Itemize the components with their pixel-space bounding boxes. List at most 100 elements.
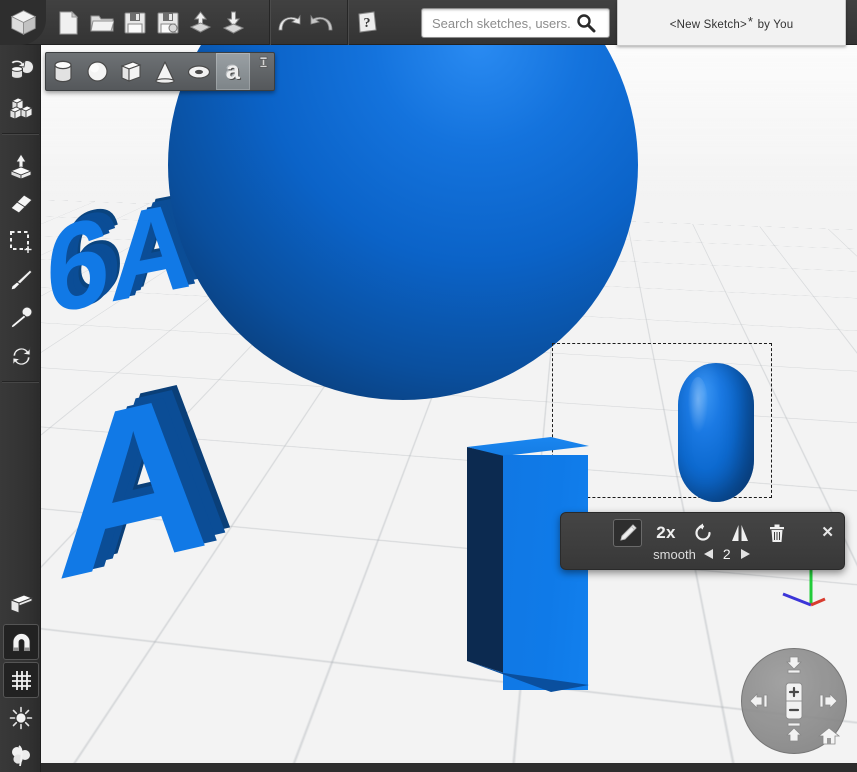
help-question-icon: ? [355, 11, 379, 35]
open-file-button[interactable] [85, 0, 118, 45]
arrow-right-icon [816, 691, 840, 711]
smooth-decrement-button[interactable] [702, 547, 716, 561]
sidebar-item-brush[interactable] [3, 262, 39, 298]
sidebar-item-move-shape[interactable] [3, 52, 39, 88]
sidebar-item-stack[interactable] [3, 90, 39, 126]
nav-pan-left-button[interactable] [747, 690, 773, 712]
left-sidebar [0, 45, 41, 772]
stack-blocks-icon [7, 96, 35, 121]
file-button-group [52, 0, 250, 45]
bottom-strip [41, 763, 857, 772]
refresh-sync-icon [9, 344, 34, 369]
upload-button[interactable] [184, 0, 217, 45]
grid-icon [10, 669, 33, 692]
mirror-button[interactable] [727, 519, 753, 547]
redo-button[interactable] [305, 0, 338, 45]
nav-pan-right-button[interactable] [815, 690, 841, 712]
sidebar-divider-2 [2, 381, 39, 383]
sphere-icon [86, 60, 109, 83]
shape-toolbar: a [45, 52, 275, 91]
new-file-button[interactable] [52, 0, 85, 45]
sidebar-item-eyedropper[interactable] [3, 300, 39, 336]
trash-icon [768, 523, 786, 543]
rotate-ccw-icon [693, 523, 713, 543]
shape-tool-cone[interactable] [148, 53, 182, 90]
undo-arrow-icon [276, 13, 302, 33]
nav-pan-up-button[interactable] [783, 654, 805, 680]
sidebar-item-extrude[interactable] [3, 148, 39, 184]
sidebar-item-marquee[interactable] [3, 224, 39, 260]
rotate-button[interactable] [690, 519, 716, 547]
marquee-select-icon [9, 230, 33, 254]
shape-tool-torus[interactable] [182, 53, 216, 90]
sidebar-item-refresh[interactable] [3, 338, 39, 374]
smooth-label: smooth [653, 547, 696, 562]
nav-pan-down-button[interactable] [783, 720, 805, 746]
download-button[interactable] [217, 0, 250, 45]
undo-button[interactable] [272, 0, 305, 45]
sketch-title-panel[interactable]: <New Sketch>* by You [617, 0, 846, 46]
box-face-front [503, 455, 588, 690]
upload-icon [189, 11, 212, 34]
save-button[interactable] [118, 0, 151, 45]
save-as-button[interactable] [151, 0, 184, 45]
shape-tool-box[interactable] [114, 53, 148, 90]
application-window: 6A 6A A A [0, 0, 857, 772]
nav-zoom-control[interactable] [785, 682, 803, 720]
toolbar-separator-2 [347, 0, 349, 45]
sidebar-item-tree[interactable] [3, 738, 39, 772]
shape-tool-sphere[interactable] [80, 53, 114, 90]
sidebar-item-eraser[interactable] [3, 186, 39, 222]
nav-home-button[interactable] [817, 724, 841, 748]
scale-label: 2x [656, 523, 676, 543]
shape-tool-text[interactable]: a [216, 53, 250, 90]
paintbrush-icon [8, 268, 34, 293]
help-button[interactable]: ? [350, 0, 383, 45]
3d-viewport[interactable]: 6A 6A A A [41, 45, 857, 763]
sidebar-item-snap[interactable] [3, 624, 39, 660]
save-disk-icon [124, 12, 146, 34]
redo-arrow-icon [309, 13, 335, 33]
app-logo-button[interactable] [0, 0, 46, 45]
delete-button[interactable] [764, 519, 790, 547]
close-context-toolbar-button[interactable]: ✕ [821, 525, 834, 540]
text-object-large[interactable]: A A [46, 378, 246, 618]
arrow-down-icon [784, 721, 804, 745]
modified-marker: * [747, 14, 754, 29]
search-input[interactable] [430, 15, 574, 32]
save-as-icon [157, 12, 179, 34]
scale-indicator[interactable]: 2x [653, 519, 679, 547]
torus-icon [187, 63, 211, 81]
context-toolbar-row-smooth: smooth 2 [561, 546, 844, 562]
sketch-author: by You [758, 19, 794, 31]
pencil-icon [617, 523, 638, 544]
shape-tool-cylinder[interactable] [46, 53, 80, 90]
chevron-right-icon [738, 547, 752, 561]
sketch-name: <New Sketch> [670, 19, 747, 31]
cube-logo-icon [10, 9, 37, 36]
sidebar-item-grid[interactable] [3, 662, 39, 698]
smooth-increment-button[interactable] [738, 547, 752, 561]
search-magnifier-icon[interactable] [576, 13, 596, 33]
sidebar-item-light[interactable] [3, 700, 39, 736]
extrude-up-icon [8, 153, 34, 180]
cylinder-icon [53, 60, 73, 84]
arrow-left-icon [748, 691, 772, 711]
home-icon [818, 726, 840, 746]
search-box[interactable] [421, 8, 610, 38]
sketch-title-text: <New Sketch>* by You [670, 14, 794, 31]
capsule-highlight [688, 377, 708, 433]
capsule-object[interactable] [678, 363, 754, 502]
smooth-value: 2 [722, 546, 732, 562]
eyedropper-icon [8, 306, 34, 331]
mirror-icon [729, 523, 751, 543]
edit-pencil-button[interactable] [613, 519, 642, 547]
text-object-large-face: A [56, 365, 210, 603]
sidebar-divider-1 [2, 133, 39, 135]
svg-text:?: ? [363, 16, 370, 31]
pin-icon[interactable] [258, 56, 269, 70]
sidebar-item-workplane[interactable] [3, 586, 39, 622]
context-toolbar-row-actions: 2x [613, 518, 790, 548]
download-icon [222, 11, 245, 34]
toolbar-separator-1 [269, 0, 271, 45]
